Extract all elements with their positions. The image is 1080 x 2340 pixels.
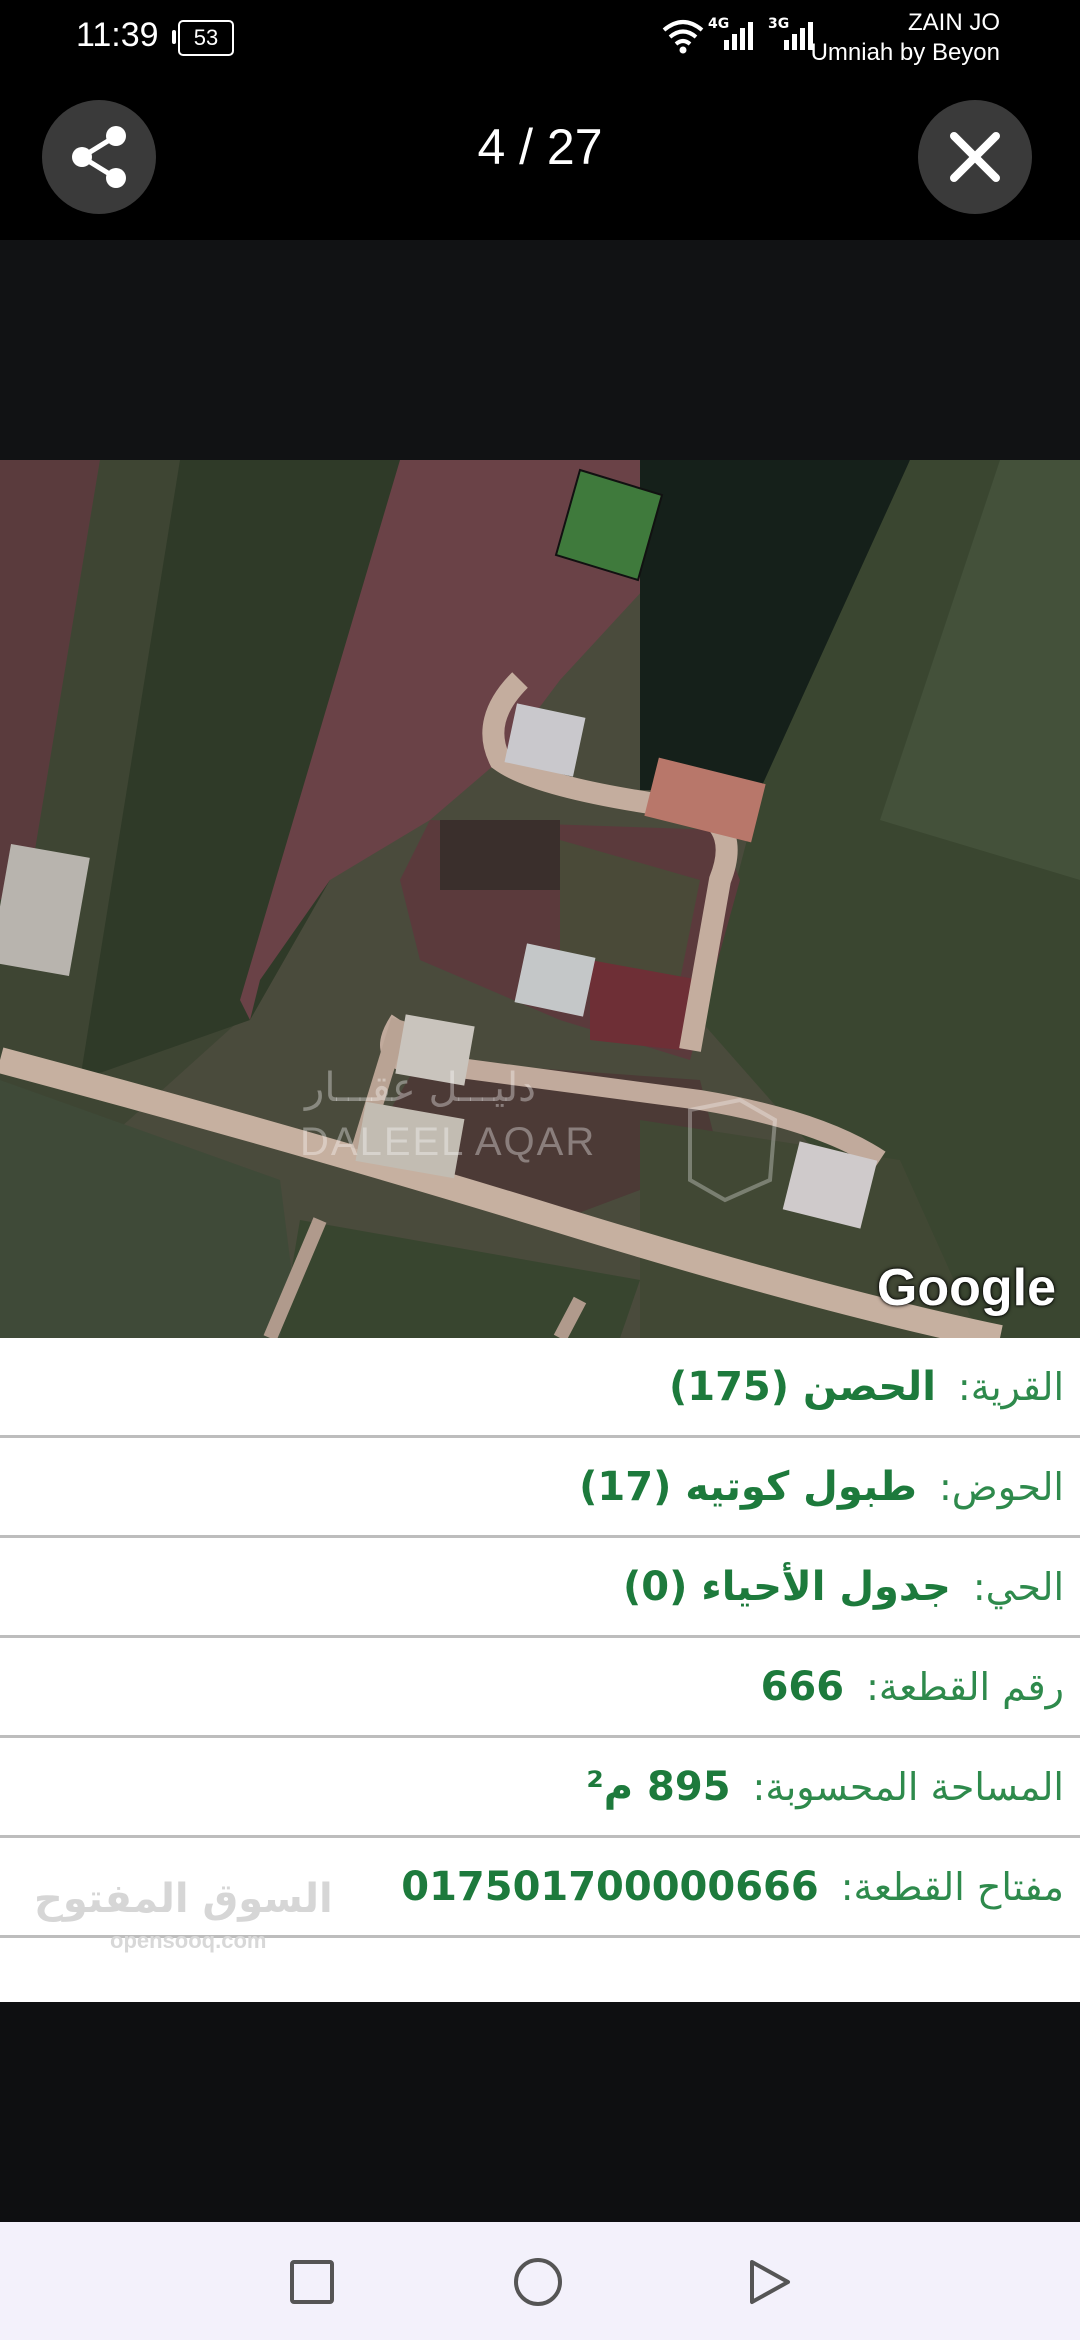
info-row-neighborhood: الحي: جدول الأحياء (0)	[0, 1538, 1080, 1638]
village-label: القرية:	[957, 1364, 1064, 1409]
recents-button[interactable]	[286, 2256, 338, 2308]
status-time: 11:39	[76, 16, 159, 54]
wifi-icon	[662, 20, 704, 54]
status-bar: 11:39 53 4G 3G ZAIN JO Umniah by Beyon	[0, 0, 1080, 80]
carrier-2: Umniah by Beyon	[810, 39, 1000, 66]
opensooq-logo: السوق المفتوح	[34, 1876, 333, 1922]
info-row-area: المساحة المحسوبة: 895 م²	[0, 1738, 1080, 1838]
basin-label: الحوض:	[938, 1464, 1064, 1509]
back-button[interactable]	[742, 2256, 794, 2308]
battery-icon: 53	[172, 20, 234, 56]
image-bottom-margin	[0, 2002, 1080, 2222]
info-row-parcel-number: رقم القطعة: 666	[0, 1638, 1080, 1738]
close-icon	[950, 132, 1000, 182]
area-value: 895 م²	[586, 1763, 731, 1810]
parcel-number-value: 666	[760, 1663, 845, 1710]
gallery-header: 4 / 27	[0, 80, 1080, 240]
satellite-view	[0, 460, 1080, 1338]
watermark-english: DALEEL AQAR	[300, 1120, 597, 1164]
home-button[interactable]	[512, 2256, 564, 2308]
neighborhood-label: الحي:	[972, 1564, 1064, 1609]
navigation-bar	[0, 2222, 1080, 2340]
parcel-key-label: مفتاح القطعة:	[840, 1864, 1064, 1909]
parcel-number-label: رقم القطعة:	[866, 1664, 1064, 1709]
basin-value: طبول كوتيه (17)	[579, 1463, 917, 1510]
parcel-info-panel: القرية: الحصن (175) الحوض: طبول كوتيه (1…	[0, 1338, 1080, 2002]
close-button[interactable]	[918, 100, 1032, 214]
signal-icon-1	[724, 22, 753, 50]
watermark-arabic: دليـــل عقـــار	[305, 1065, 536, 1111]
info-row-village: القرية: الحصن (175)	[0, 1338, 1080, 1438]
neighborhood-value: جدول الأحياء (0)	[622, 1563, 951, 1610]
info-row-basin: الحوض: طبول كوتيه (17)	[0, 1438, 1080, 1538]
parcel-key-value: 017501700000666	[401, 1863, 819, 1910]
area-label: المساحة المحسوبة:	[752, 1764, 1064, 1809]
image-top-margin	[0, 240, 1080, 460]
carrier-info: ZAIN JO Umniah by Beyon	[811, 8, 1000, 68]
village-value: الحصن (175)	[668, 1363, 936, 1410]
satellite-map-image[interactable]: دليـــل عقـــار DALEEL AQAR Google	[0, 460, 1080, 1338]
carrier-1: ZAIN JO	[907, 9, 1000, 36]
opensooq-domain: opensooq.com	[110, 1928, 267, 1953]
google-logo: Google	[876, 1259, 1056, 1317]
